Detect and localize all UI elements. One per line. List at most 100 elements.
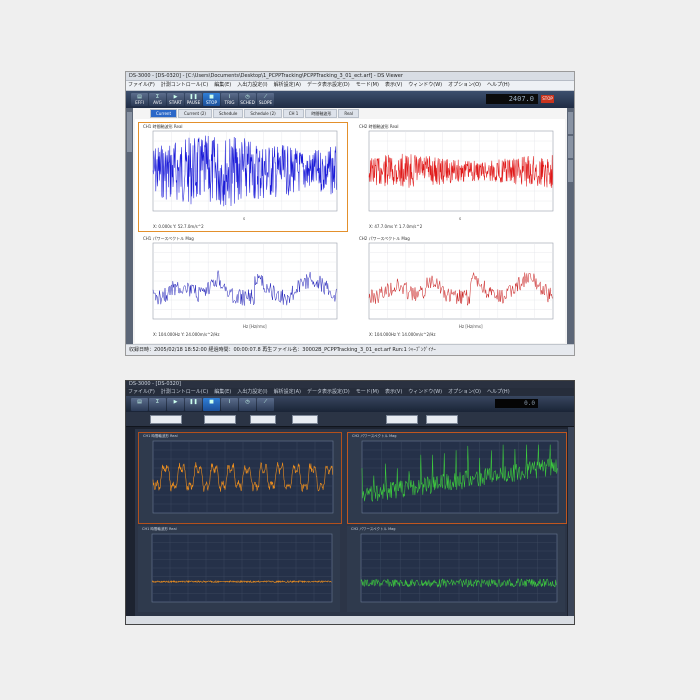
menu-item[interactable]: ヘルプ(H): [487, 389, 510, 395]
dark-panel-1[interactable]: CH1 時間軸波形 Real: [138, 432, 342, 524]
tab-2[interactable]: Schedule: [213, 109, 244, 118]
trig-button[interactable]: ⌇ TRIG: [221, 93, 238, 106]
time-counter: 2407.0: [486, 94, 538, 104]
menu-item[interactable]: 編集(E): [214, 82, 231, 88]
trig-button[interactable]: ⌇: [221, 398, 238, 411]
menu-bar: ファイル(F) 計測コントロール(C) 編集(E) 入出力設定(I) 解析設定(A) デー…: [126, 388, 574, 396]
slope-icon: ⟋: [263, 94, 268, 100]
plot-panel-ch1-time[interactable]: CH1 時間軸波形 Real s X: 0.000s Y: 52.7.0m/s^…: [138, 122, 348, 232]
menu-item[interactable]: データ表示設定(D): [307, 389, 350, 395]
pause-button[interactable]: ❚❚: [185, 398, 202, 411]
menu-item[interactable]: 編集(E): [214, 389, 231, 395]
effi-icon: ▤: [137, 399, 142, 405]
plot-area: CH1 時間軸波形 Real s X: 0.000s Y: 52.7.0m/s^…: [135, 119, 565, 343]
sched-icon: ◷: [245, 94, 250, 100]
button-label: SCHED: [240, 100, 255, 105]
button-label: START: [169, 100, 182, 105]
spectrum-chart: [360, 533, 558, 603]
setting-field[interactable]: [426, 415, 458, 424]
slope-button[interactable]: ⟋: [257, 398, 274, 411]
setting-field[interactable]: [292, 415, 318, 424]
start-button[interactable]: ▶ START: [167, 93, 184, 106]
waveform-chart: [368, 130, 554, 212]
view-tabs: Current Current (2) Schedule Schedule (2) CH…: [150, 109, 534, 118]
button-label: AVG: [153, 100, 162, 105]
dark-panel-3[interactable]: CH1 時間軸波形 Real: [138, 526, 340, 612]
menu-item[interactable]: ウィンドウ(W): [408, 82, 442, 88]
right-side-panel[interactable]: [567, 108, 574, 345]
cursor-readout: X: 0.000s Y: 52.7.0m/s^2: [153, 224, 204, 229]
stop-badge: STOP: [541, 95, 554, 103]
menu-item[interactable]: モード(M): [356, 389, 379, 395]
menu-item[interactable]: 表示(V): [385, 82, 402, 88]
stop-icon: ■: [209, 399, 214, 405]
menu-item[interactable]: オプション(O): [448, 389, 481, 395]
tab-3[interactable]: Schedule (2): [244, 109, 282, 118]
tab-0[interactable]: Current: [150, 109, 178, 118]
menu-item[interactable]: 入出力設定(I): [237, 389, 267, 395]
menu-item[interactable]: モード(M): [356, 82, 379, 88]
pause-icon: ❚❚: [189, 94, 198, 100]
menu-item[interactable]: 解析設定(A): [274, 82, 301, 88]
plot-area: CH1 時間軸波形 Real CH2 パワースペクトル Mag CH1 時間軸波…: [135, 429, 567, 616]
menu-item[interactable]: ウィンドウ(W): [408, 389, 442, 395]
window-title: DS-3000 - [DS-0320]: [126, 381, 574, 388]
effi-button[interactable]: ▤: [131, 398, 148, 411]
sched-button[interactable]: ◷ SCHED: [239, 93, 256, 106]
tab-5[interactable]: 時間軸波形: [305, 109, 338, 118]
avg-button[interactable]: Σ AVG: [149, 93, 166, 106]
side-tab[interactable]: [568, 136, 573, 158]
button-label: TRIG: [224, 100, 235, 105]
stop-icon: ■: [209, 94, 214, 100]
right-side-panel[interactable]: [568, 427, 574, 616]
side-tab[interactable]: [127, 112, 132, 152]
stop-button[interactable]: ■: [203, 398, 220, 411]
side-tab[interactable]: [568, 112, 573, 134]
pause-icon: ❚❚: [189, 399, 198, 405]
avg-button[interactable]: Σ: [149, 398, 166, 411]
menu-item[interactable]: 入出力設定(I): [237, 82, 267, 88]
effi-button[interactable]: ▤ EFFI: [131, 93, 148, 106]
setting-field[interactable]: [386, 415, 418, 424]
plot-panel-ch2-time[interactable]: CH2 時間軸波形 Real s X: 47.7.0ms Y: 1.7.0m/s…: [355, 123, 563, 231]
tab-6[interactable]: Real: [338, 109, 359, 118]
menu-item[interactable]: オプション(O): [448, 82, 481, 88]
start-button[interactable]: ▶: [167, 398, 184, 411]
setting-field[interactable]: [250, 415, 276, 424]
left-side-panel[interactable]: [126, 108, 133, 345]
button-label: SLOPE: [258, 100, 273, 105]
menu-item[interactable]: 解析設定(A): [274, 389, 301, 395]
dark-panel-2[interactable]: CH2 パワースペクトル Mag: [347, 432, 567, 524]
bottom-app-window: DS-3000 - [DS-0320] ファイル(F) 計測コントロール(C) 編集…: [125, 380, 575, 625]
setting-field[interactable]: [204, 415, 236, 424]
menu-item[interactable]: ファイル(F): [128, 82, 155, 88]
plot-panel-ch2-spectrum[interactable]: CH2 パワースペクトル Mag Hz [Hz/rms] X: 104.000H…: [355, 235, 563, 339]
start-icon: ▶: [173, 399, 178, 405]
tab-1[interactable]: Current (2): [178, 109, 212, 118]
sched-button[interactable]: ◷: [239, 398, 256, 411]
side-tab[interactable]: [568, 160, 573, 182]
x-axis-label: Hz [Hz/rms]: [243, 324, 267, 329]
waveform-chart: [152, 130, 338, 212]
pause-button[interactable]: ❚❚ PAUSE: [185, 93, 202, 106]
x-axis-label: Hz [Hz/rms]: [459, 324, 483, 329]
tab-4[interactable]: CH 1: [282, 109, 305, 118]
sched-icon: ◷: [245, 399, 250, 405]
menu-item[interactable]: 計測コントロール(C): [161, 389, 208, 395]
button-label: PAUSE: [186, 100, 201, 105]
start-icon: ▶: [173, 94, 178, 100]
menu-item[interactable]: ファイル(F): [128, 389, 155, 395]
cursor-readout: X: 47.7.0ms Y: 1.7.0m/s^2: [369, 224, 423, 229]
menu-item[interactable]: 表示(V): [385, 389, 402, 395]
slope-button[interactable]: ⟋ SLOPE: [257, 93, 274, 106]
plot-panel-ch1-spectrum[interactable]: CH1 パワースペクトル Mag Hz [Hz/rms] X: 104.000H…: [139, 235, 347, 339]
setting-field[interactable]: [150, 415, 182, 424]
menu-item[interactable]: 計測コントロール(C): [161, 82, 208, 88]
menu-bar: ファイル(F) 計測コントロール(C) 編集(E) 入出力設定(I) 解析設定(A) デー…: [126, 81, 574, 91]
dark-panel-4[interactable]: CH2 パワースペクトル Mag: [347, 526, 565, 612]
cursor-readout: X: 104.000Hz Y: 24.000m/s^2/Hz: [153, 332, 220, 337]
stop-button[interactable]: ■ STOP: [203, 93, 220, 106]
toolbar: 0.0 ▤ Σ ▶ ❚❚ ■ ⌇ ◷ ⟋: [126, 396, 574, 412]
menu-item[interactable]: ヘルプ(H): [487, 82, 510, 88]
menu-item[interactable]: データ表示設定(D): [307, 82, 350, 88]
